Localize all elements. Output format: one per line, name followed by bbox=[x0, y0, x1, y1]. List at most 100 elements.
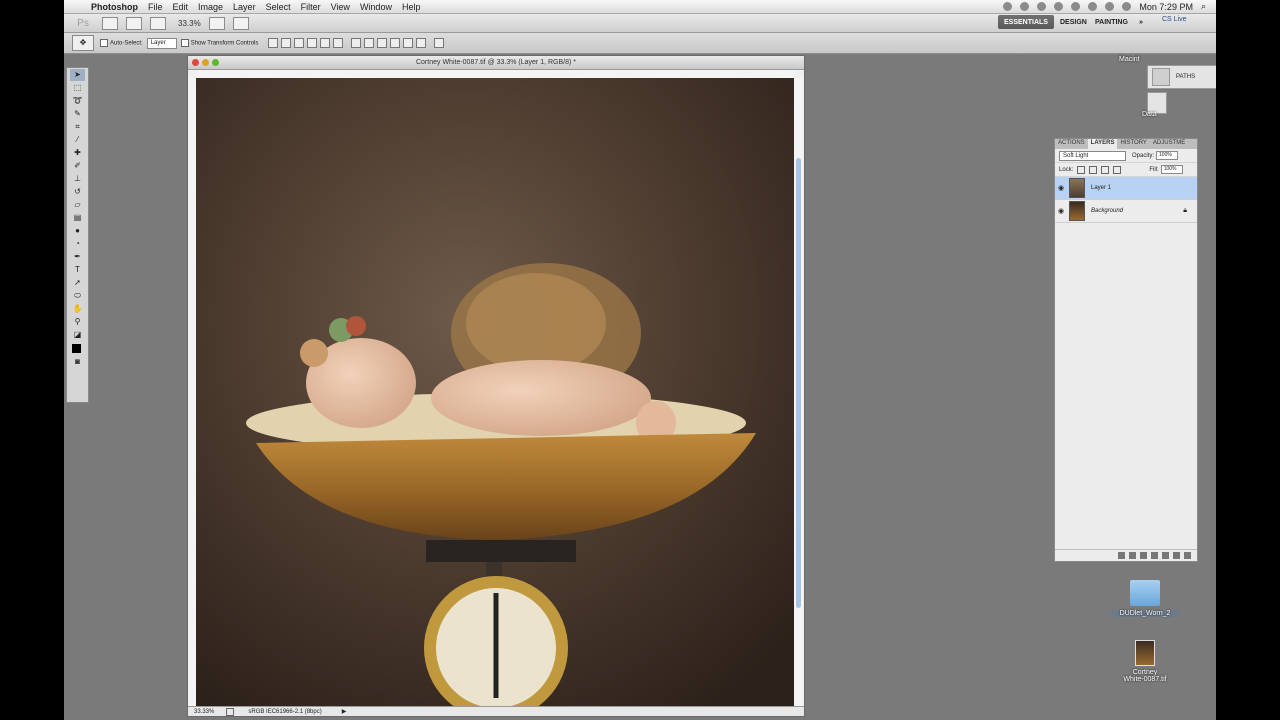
close-icon[interactable] bbox=[192, 59, 199, 66]
lasso-tool-icon[interactable]: ➰ bbox=[70, 95, 85, 107]
tab-adjustments[interactable]: ADJUSTME bbox=[1150, 139, 1188, 149]
lock-position-icon[interactable] bbox=[1101, 165, 1110, 174]
desktop-data[interactable]: Data bbox=[1142, 111, 1157, 118]
visibility-eye-icon[interactable]: ◉ bbox=[1055, 207, 1067, 215]
shape-tool-icon[interactable]: ⬭ bbox=[70, 290, 85, 302]
paths-panel-label[interactable]: PATHS bbox=[1176, 74, 1195, 80]
tab-history[interactable]: HISTORY bbox=[1117, 139, 1149, 149]
status-menu-arrow-icon[interactable]: ▶ bbox=[342, 708, 347, 715]
align-hcenter-icon[interactable] bbox=[320, 38, 331, 48]
align-top-icon[interactable] bbox=[268, 38, 279, 48]
lock-all-icon[interactable] bbox=[1113, 165, 1122, 174]
menu-layer[interactable]: Layer bbox=[228, 2, 261, 12]
timemachine-icon[interactable] bbox=[1054, 2, 1064, 11]
align-right-icon[interactable] bbox=[333, 38, 344, 48]
menu-image[interactable]: Image bbox=[193, 2, 228, 12]
history-brush-tool-icon[interactable]: ↺ bbox=[70, 186, 85, 198]
volume-icon[interactable] bbox=[1122, 2, 1132, 11]
adjustment-layer-icon[interactable] bbox=[1151, 552, 1158, 559]
crop-tool-icon[interactable]: ⌗ bbox=[70, 121, 85, 133]
align-bottom-icon[interactable] bbox=[294, 38, 305, 48]
sync-icon[interactable] bbox=[1020, 2, 1030, 11]
auto-select-mode[interactable]: Layer bbox=[146, 37, 177, 49]
desktop-file[interactable]: Cortney White-0087.tif bbox=[1114, 640, 1176, 683]
zoom-tool-icon[interactable]: ⚲ bbox=[70, 316, 85, 328]
visibility-eye-icon[interactable]: ◉ bbox=[1055, 184, 1067, 192]
menu-app-name[interactable]: Photoshop bbox=[86, 2, 143, 12]
lock-pixels-icon[interactable] bbox=[1089, 165, 1098, 174]
menu-help[interactable]: Help bbox=[397, 2, 426, 12]
link-layers-icon[interactable] bbox=[1118, 552, 1125, 559]
skype-icon[interactable] bbox=[1003, 2, 1013, 11]
spotlight-icon[interactable]: ⌕ bbox=[1201, 1, 1206, 12]
screen-mode-icon[interactable] bbox=[232, 16, 249, 30]
workspace-design[interactable]: DESIGN bbox=[1054, 15, 1093, 29]
transform-controls-checkbox[interactable]: Show Transform Controls bbox=[180, 39, 258, 47]
blend-mode-select[interactable]: Soft Light bbox=[1059, 150, 1126, 161]
arrange-documents-icon[interactable] bbox=[208, 16, 225, 30]
status-zoom[interactable]: 33.33% bbox=[194, 709, 214, 715]
new-group-icon[interactable] bbox=[1162, 552, 1169, 559]
tab-actions[interactable]: ACTIONS bbox=[1055, 139, 1088, 149]
distribute-hcenter-icon[interactable] bbox=[403, 38, 414, 48]
clock[interactable]: Mon 7:29 PM bbox=[1139, 2, 1193, 12]
launch-bridge-icon[interactable] bbox=[102, 16, 118, 30]
menu-window[interactable]: Window bbox=[355, 2, 397, 12]
cloud-icon[interactable] bbox=[1037, 2, 1047, 11]
display-icon[interactable] bbox=[1071, 2, 1081, 11]
zoom-icon[interactable] bbox=[212, 59, 219, 66]
view-extras-icon[interactable] bbox=[150, 16, 166, 30]
pen-tool-icon[interactable]: ✒ bbox=[70, 251, 85, 263]
default-colors-icon[interactable]: ◪ bbox=[70, 329, 85, 341]
path-select-tool-icon[interactable]: ➚ bbox=[70, 277, 85, 289]
delete-layer-icon[interactable] bbox=[1184, 552, 1191, 559]
layer-mask-icon[interactable] bbox=[1140, 552, 1147, 559]
marquee-tool-icon[interactable]: ⬚ bbox=[70, 82, 85, 94]
hand-tool-icon[interactable]: ✋ bbox=[70, 303, 85, 315]
distribute-right-icon[interactable] bbox=[416, 38, 427, 48]
new-layer-icon[interactable] bbox=[1173, 552, 1180, 559]
type-tool-icon[interactable]: T bbox=[70, 264, 85, 276]
opacity-field[interactable]: 100% bbox=[1156, 151, 1179, 160]
auto-select-checkbox[interactable]: Auto-Select: bbox=[100, 39, 143, 47]
menu-file[interactable]: File bbox=[143, 2, 168, 12]
menu-edit[interactable]: Edit bbox=[168, 2, 194, 12]
panel-icon[interactable] bbox=[1152, 68, 1170, 86]
image-canvas[interactable] bbox=[196, 78, 794, 706]
blur-tool-icon[interactable]: ● bbox=[70, 225, 85, 237]
layer-row[interactable]: ◉ Background 🔒︎ bbox=[1055, 200, 1197, 223]
gradient-tool-icon[interactable]: ▤ bbox=[70, 212, 85, 224]
menu-filter[interactable]: Filter bbox=[296, 2, 326, 12]
menu-view[interactable]: View bbox=[326, 2, 355, 12]
auto-align-icon[interactable] bbox=[434, 38, 445, 48]
eraser-tool-icon[interactable]: ▱ bbox=[70, 199, 85, 211]
scrollbar-thumb[interactable] bbox=[796, 158, 801, 608]
quick-mask-icon[interactable]: ◙ bbox=[70, 356, 85, 368]
workspace-essentials[interactable]: ESSENTIALS bbox=[998, 15, 1054, 29]
align-left-icon[interactable] bbox=[307, 38, 318, 48]
lock-transparent-icon[interactable] bbox=[1077, 165, 1086, 174]
launch-minibridge-icon[interactable] bbox=[126, 16, 142, 30]
move-tool-icon[interactable]: ➤ bbox=[70, 69, 85, 81]
foreground-color-swatch[interactable] bbox=[72, 344, 81, 353]
cs-live[interactable]: CS Live bbox=[1162, 16, 1187, 23]
move-tool-preset-icon[interactable]: ✥ bbox=[72, 35, 94, 51]
align-vcenter-icon[interactable] bbox=[281, 38, 292, 48]
document-title-bar[interactable]: Cortney White-0087.tif @ 33.3% (Layer 1,… bbox=[188, 56, 804, 70]
healing-brush-tool-icon[interactable]: ✚ bbox=[70, 147, 85, 159]
workspace-more[interactable]: » bbox=[1133, 15, 1149, 29]
vertical-scrollbar[interactable] bbox=[794, 78, 803, 706]
tab-layers[interactable]: LAYERS bbox=[1087, 139, 1118, 149]
layer-row[interactable]: ◉ Layer 1 bbox=[1055, 177, 1197, 200]
brush-tool-icon[interactable]: ✐ bbox=[70, 160, 85, 172]
fill-field[interactable]: 100% bbox=[1160, 165, 1183, 174]
wifi-icon[interactable] bbox=[1105, 2, 1115, 11]
workspace-painting[interactable]: PAINTING bbox=[1089, 15, 1134, 29]
zoom-level[interactable]: 33.3% bbox=[178, 19, 201, 28]
menu-select[interactable]: Select bbox=[261, 2, 296, 12]
desktop-folder[interactable]: DUDlet_Worn_2 bbox=[1110, 580, 1180, 617]
eyedropper-tool-icon[interactable]: ⁄ bbox=[70, 134, 85, 146]
desktop-drive[interactable]: Macint bbox=[1119, 56, 1140, 63]
distribute-bottom-icon[interactable] bbox=[377, 38, 388, 48]
dodge-tool-icon[interactable]: ◔ bbox=[70, 238, 85, 250]
